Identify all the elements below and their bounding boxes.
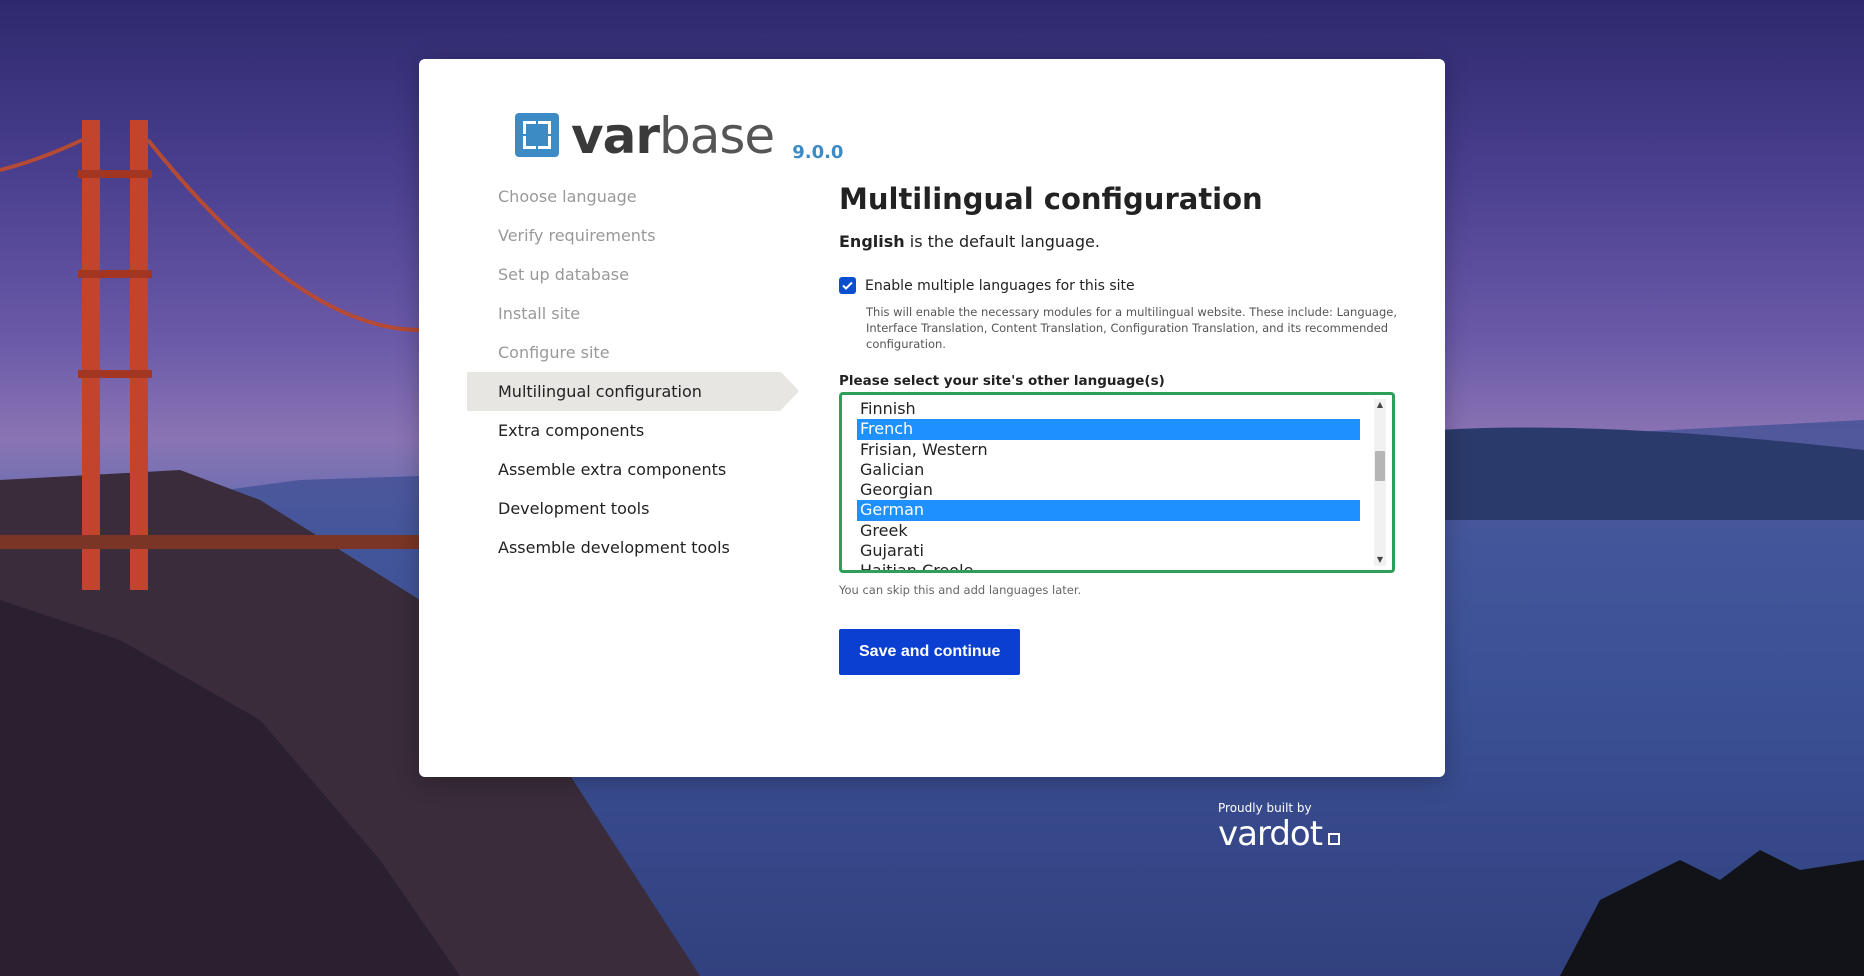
- languages-scrollbar[interactable]: ▲ ▼: [1374, 399, 1386, 566]
- enable-multilingual-row[interactable]: Enable multiple languages for this site: [839, 277, 1399, 294]
- language-option[interactable]: Frisian, Western: [857, 440, 1360, 460]
- step-install-site: Install site: [498, 304, 581, 323]
- language-option[interactable]: Greek: [857, 521, 1360, 541]
- languages-select-label: Please select your site's other language…: [839, 373, 1165, 389]
- enable-multilingual-help: This will enable the necessary modules f…: [866, 305, 1397, 351]
- scroll-up-arrow-icon[interactable]: ▲: [1374, 399, 1386, 411]
- installer-steps: Choose language Verify requirements Set …: [467, 177, 799, 567]
- vardot-square-icon: [1328, 833, 1341, 845]
- language-option[interactable]: Finnish: [857, 399, 1360, 419]
- brand: varbase 9.0.0: [515, 107, 844, 165]
- scroll-down-arrow-icon[interactable]: ▼: [1374, 554, 1386, 566]
- checkmark-icon: [842, 281, 853, 290]
- enable-multilingual-checkbox[interactable]: [839, 277, 856, 294]
- scrollbar-thumb[interactable]: [1375, 451, 1385, 481]
- brand-name: varbase: [571, 107, 775, 165]
- language-option[interactable]: German: [857, 500, 1360, 521]
- save-and-continue-button[interactable]: Save and continue: [839, 629, 1021, 675]
- page-title: Multilingual configuration: [839, 182, 1263, 216]
- language-option[interactable]: Haitian Creole: [857, 561, 1360, 570]
- step-assemble-development-tools: Assemble development tools: [498, 538, 730, 557]
- default-language-name: English: [839, 232, 905, 251]
- default-language-text: English is the default language.: [839, 232, 1399, 251]
- languages-options: Finnish French Frisian, Western Galician…: [857, 399, 1360, 570]
- step-set-up-database: Set up database: [498, 265, 629, 284]
- enable-multilingual-label[interactable]: Enable multiple languages for this site: [865, 278, 1135, 294]
- step-extra-components: Extra components: [498, 421, 645, 440]
- default-language-suffix: is the default language.: [904, 232, 1100, 251]
- skip-note: You can skip this and add languages late…: [839, 583, 1082, 597]
- installer-card: varbase 9.0.0 Choose language Verify req…: [419, 59, 1445, 777]
- language-option[interactable]: French: [857, 419, 1360, 440]
- vardot-name: vardot: [1218, 814, 1323, 854]
- language-option[interactable]: Galician: [857, 460, 1360, 480]
- languages-multiselect[interactable]: Finnish French Frisian, Western Galician…: [839, 392, 1395, 573]
- vardot-logo[interactable]: vardot: [1218, 814, 1341, 854]
- language-option[interactable]: Georgian: [857, 480, 1360, 500]
- step-verify-requirements: Verify requirements: [498, 226, 656, 245]
- brand-version: 9.0.0: [792, 142, 844, 163]
- built-by-text: Proudly built by: [1218, 801, 1312, 815]
- language-option[interactable]: Gujarati: [857, 541, 1360, 561]
- main-form: Multilingual configuration English is th…: [839, 182, 1399, 675]
- step-choose-language: Choose language: [498, 187, 637, 206]
- step-configure-site: Configure site: [498, 343, 610, 362]
- varbase-logo-icon: [515, 113, 559, 157]
- step-multilingual-configuration: Multilingual configuration: [467, 372, 799, 411]
- step-assemble-extra-components: Assemble extra components: [498, 460, 727, 479]
- step-development-tools: Development tools: [498, 499, 650, 518]
- built-by-footer: Proudly built by vardot: [1218, 801, 1341, 854]
